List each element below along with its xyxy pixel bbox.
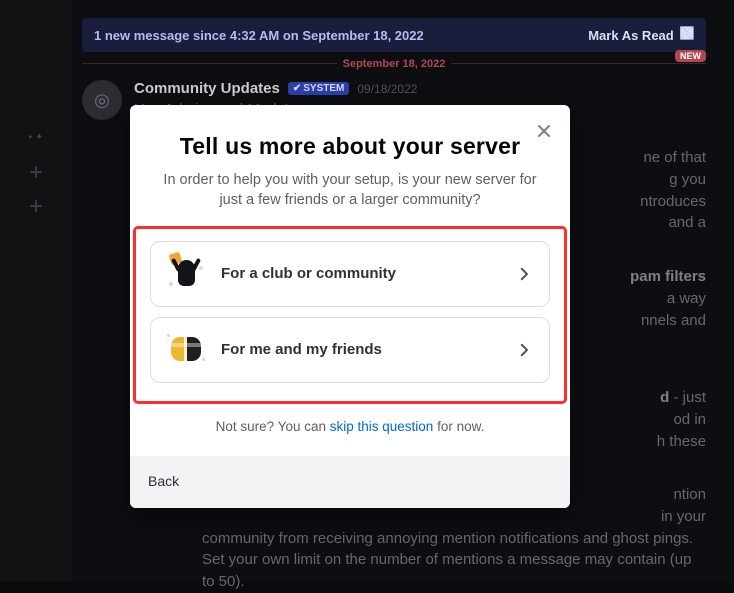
option-club-community[interactable]: For a club or community	[150, 241, 550, 307]
options-highlight-box: For a club or community For me and my fr…	[136, 229, 564, 401]
option-club-label: For a club or community	[221, 265, 501, 282]
skip-question-link[interactable]: skip this question	[330, 419, 434, 434]
modal-title: Tell us more about your server	[158, 133, 542, 160]
mark-read-icon: 🙫	[680, 23, 694, 47]
server-type-modal: Tell us more about your server In order …	[130, 105, 570, 508]
message-date: 09/18/2022	[357, 82, 417, 96]
new-badge: NEW	[675, 50, 706, 62]
avatar: ◎	[82, 80, 122, 120]
back-button[interactable]: Back	[148, 473, 179, 489]
option-friends-label: For me and my friends	[221, 341, 501, 358]
friends-icon	[167, 330, 207, 370]
divider-date: September 18, 2022	[337, 58, 452, 70]
club-icon	[167, 254, 207, 294]
chevron-right-icon	[515, 341, 533, 359]
system-badge: ✔ SYSTEM	[288, 82, 350, 95]
sidebar-mini-icons: ▪ ✦	[29, 132, 44, 143]
new-message-banner[interactable]: 1 new message since 4:32 AM on September…	[82, 18, 706, 52]
add-server-icon-2[interactable]: +	[12, 183, 60, 231]
server-sidebar: ▪ ✦ + +	[0, 0, 72, 582]
username: Community Updates	[134, 80, 280, 97]
option-me-friends[interactable]: For me and my friends	[150, 317, 550, 383]
chevron-right-icon	[515, 265, 533, 283]
mark-as-read-button[interactable]: Mark As Read	[588, 28, 674, 43]
modal-footer: Back	[130, 456, 570, 508]
modal-subtitle: In order to help you with your setup, is…	[158, 170, 542, 211]
banner-text: 1 new message since 4:32 AM on September…	[94, 28, 424, 43]
close-button[interactable]	[532, 119, 556, 143]
date-divider: September 18, 2022 NEW	[82, 54, 706, 72]
skip-line: Not sure? You can skip this question for…	[130, 401, 570, 456]
close-icon	[534, 121, 554, 141]
